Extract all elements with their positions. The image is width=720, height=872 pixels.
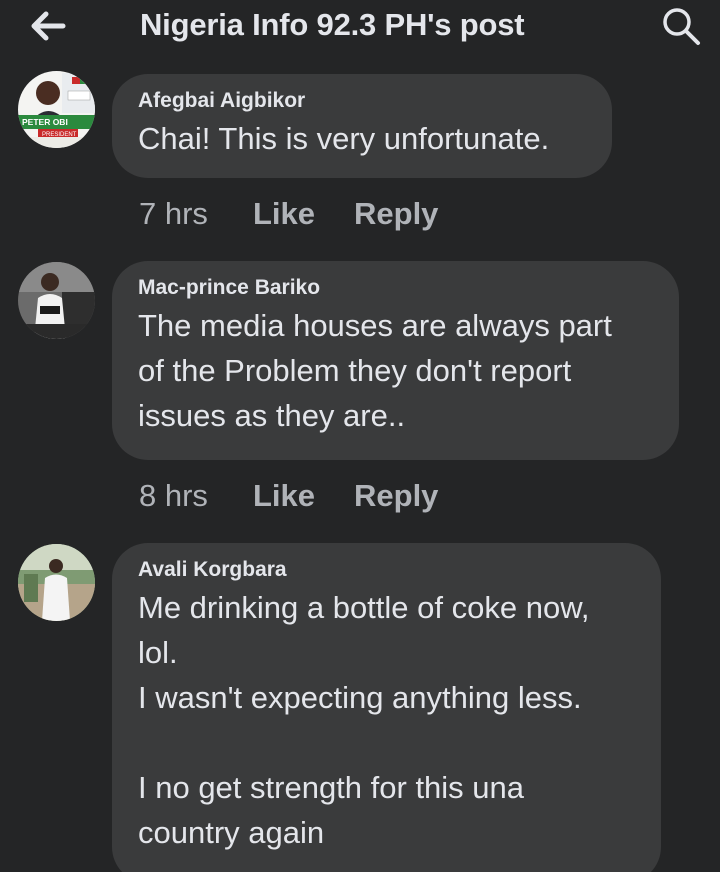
reply-button[interactable]: Reply [354, 478, 438, 514]
search-icon [663, 8, 700, 45]
comment-bubble: Mac-prince Bariko The media houses are a… [112, 261, 679, 460]
post-comments-screen: Nigeria Info 92.3 PH's post PETER OBI PR… [0, 0, 720, 872]
comment-author[interactable]: Afegbai Aigbikor [138, 88, 585, 114]
comment-timestamp: 8 hrs [139, 478, 208, 513]
top-bar: Nigeria Info 92.3 PH's post [0, 0, 720, 54]
comment-actions: 8 hrs Like Reply [139, 476, 438, 516]
avatar[interactable] [18, 262, 95, 339]
page-title: Nigeria Info 92.3 PH's post [140, 7, 525, 42]
avatar[interactable]: PETER OBI PRESIDENT [18, 71, 95, 148]
comment-text: The media houses are always part of the … [138, 308, 612, 433]
comment-text: Chai! This is very unfortunate. [138, 121, 550, 156]
comment-text: Me drinking a bottle of coke now, lol. I… [138, 590, 590, 850]
comment-bubble: Afegbai Aigbikor Chai! This is very unfo… [112, 74, 612, 178]
avatar[interactable] [18, 544, 95, 621]
like-button[interactable]: Like [253, 478, 354, 514]
comment-actions: 7 hrs Like Reply [139, 194, 438, 234]
comment-author[interactable]: Mac-prince Bariko [138, 275, 652, 301]
person-avatar-image [18, 544, 95, 621]
comment-timestamp: 7 hrs [139, 196, 208, 231]
badge-name-text: PETER OBI [22, 117, 68, 127]
reply-button[interactable]: Reply [354, 196, 438, 232]
arrow-left-icon [31, 11, 66, 41]
campaign-poster-avatar-image: PETER OBI PRESIDENT [18, 71, 95, 148]
search-button[interactable] [656, 2, 706, 50]
person-avatar-image [18, 262, 95, 339]
comment-author[interactable]: Avali Korgbara [138, 557, 634, 583]
like-button[interactable]: Like [253, 196, 354, 232]
comment-bubble: Avali Korgbara Me drinking a bottle of c… [112, 543, 661, 872]
back-button[interactable] [26, 4, 70, 48]
